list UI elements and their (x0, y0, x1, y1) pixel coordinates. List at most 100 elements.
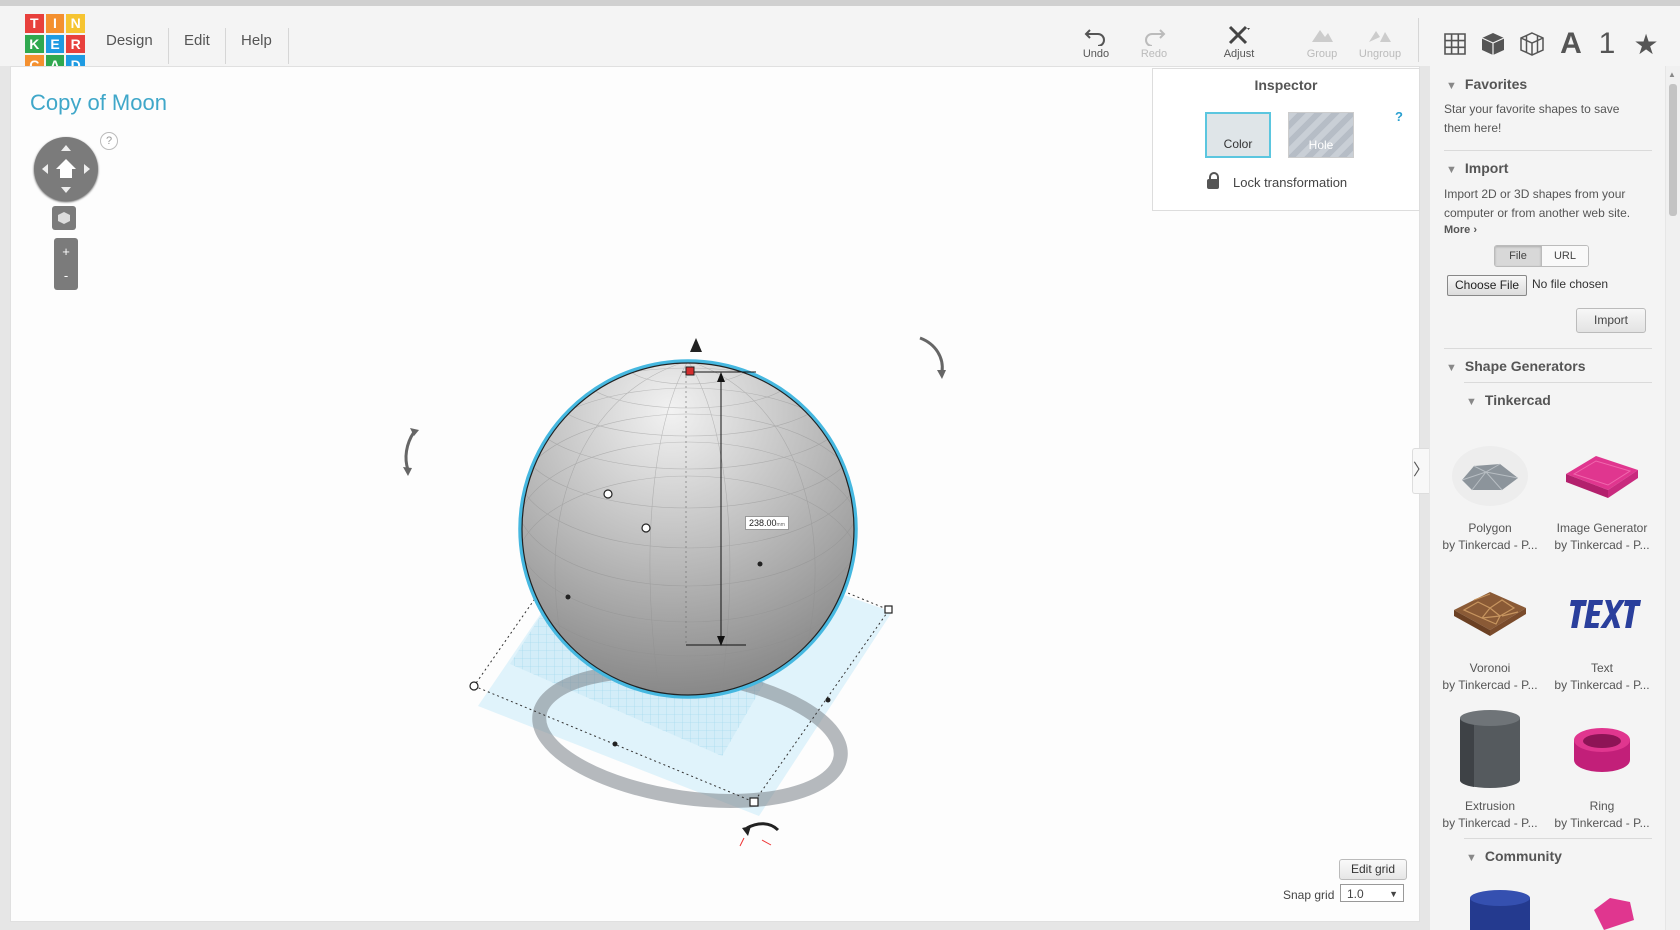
shape-item-extrusion[interactable]: Extrusion by Tinkercad - P... (1436, 710, 1544, 830)
import-button[interactable]: Import (1576, 308, 1646, 333)
ungroup-label: Ungroup (1358, 48, 1402, 60)
star-icon[interactable]: ★ (1630, 28, 1662, 60)
import-file-tab[interactable]: File (1495, 246, 1541, 266)
toolbar-divider (1418, 18, 1419, 62)
collapse-triangle-icon: ▼ (1466, 396, 1477, 408)
ungroup-icon (1369, 31, 1391, 42)
shape-item-image-generator[interactable]: Image Generator by Tinkercad - P... (1548, 432, 1656, 552)
collapse-triangle-icon: ▼ (1446, 362, 1457, 374)
top-toolbar: T I N K E R C A D Design Edit Help Undo … (0, 6, 1680, 74)
menu-divider (288, 28, 289, 64)
inspector-panel: Inspector Color Hole ? Lock transformati… (1152, 68, 1420, 211)
shape-name: Image Generator (1556, 521, 1648, 535)
adjust-label: Adjust (1223, 48, 1255, 60)
rotate-arrow-left-icon[interactable] (404, 431, 416, 471)
shape-author: by Tinkercad - P... (1554, 678, 1650, 692)
shape-item-voronoi[interactable]: Voronoi by Tinkercad - P... (1436, 572, 1544, 692)
no-file-chosen-text: No file chosen (1532, 277, 1609, 291)
dimension-value: 238.00 (749, 518, 777, 528)
inspector-title: Inspector (1254, 77, 1318, 93)
community-subtitle: Community (1484, 848, 1562, 864)
section-divider (1464, 382, 1652, 383)
menu-design[interactable]: Design (106, 32, 153, 49)
color-swatch[interactable]: Color (1205, 112, 1271, 158)
image-generator-thumbnail (1566, 456, 1638, 498)
text-shape-thumbnail (1570, 600, 1642, 628)
snap-grid-label: Snap grid (1283, 888, 1335, 902)
rotate-arrow-right-head-icon (937, 370, 946, 379)
redo-label: Redo (1140, 48, 1168, 60)
undo-button[interactable]: Undo (1068, 24, 1124, 60)
collapse-sidebar-button[interactable]: 〉 (1412, 448, 1429, 494)
menu-edit[interactable]: Edit (184, 32, 210, 49)
tinkercad-subheader[interactable]: ▼ Tinkercad (1466, 392, 1551, 408)
import-more-link[interactable]: More › (1444, 224, 1477, 236)
redo-button[interactable]: Redo (1126, 24, 1182, 60)
favorites-text: Star your favorite shapes to save them h… (1444, 102, 1620, 135)
section-divider (1444, 348, 1652, 349)
choose-file-button[interactable]: Choose File (1447, 275, 1528, 296)
logo-letter: N (66, 14, 85, 33)
shape-author: by Tinkercad - P... (1442, 538, 1538, 552)
collapse-triangle-icon: ▼ (1466, 852, 1477, 864)
shape-item-text[interactable]: Text by Tinkercad - P... (1548, 572, 1656, 692)
shape-name: Extrusion (1464, 799, 1516, 813)
group-button[interactable]: Group (1294, 24, 1350, 60)
lock-transformation-toggle[interactable]: Lock transformation (1207, 172, 1348, 190)
hole-swatch[interactable]: Hole (1288, 112, 1354, 158)
rotate-arrow-right-icon[interactable] (919, 336, 944, 373)
group-label: Group (1306, 48, 1338, 60)
import-url-tab[interactable]: URL (1541, 246, 1588, 266)
adjust-button[interactable]: Adjust (1211, 24, 1267, 60)
shape-item-polygon[interactable]: Polygon by Tinkercad - P... (1436, 432, 1544, 552)
wireframe-view-icon[interactable] (1516, 28, 1548, 60)
lock-label: Lock transformation (1233, 175, 1348, 190)
shape-name: Ring (1589, 799, 1615, 813)
rotate-arrow-left-head-icon (403, 467, 412, 476)
shapes-sidebar: ▼ Favorites Star your favorite shapes to … (1430, 66, 1665, 930)
edit-grid-button[interactable]: Edit grid (1339, 859, 1407, 880)
shape-author: by Tinkercad - P... (1554, 538, 1650, 552)
community-subheader[interactable]: ▼ Community (1466, 848, 1562, 864)
lift-handle-icon[interactable] (690, 338, 702, 352)
ungroup-button[interactable]: Ungroup (1352, 24, 1408, 60)
sidebar-scroll-thumb[interactable] (1669, 84, 1677, 216)
logo-letter: I (45, 14, 65, 33)
dimension-label[interactable]: 238.00mm (745, 516, 789, 530)
polygon-thumbnail (1452, 446, 1528, 506)
grid-view-icon[interactable] (1439, 28, 1471, 60)
community-shapes-preview (1470, 890, 1634, 930)
solid-view-icon[interactable] (1477, 28, 1509, 60)
shape-generators-title: Shape Generators (1464, 358, 1586, 374)
snap-grid-select[interactable]: 1.0 (1340, 884, 1404, 903)
collapse-triangle-icon: ▼ (1446, 164, 1457, 176)
tinkercad-subtitle: Tinkercad (1484, 392, 1551, 408)
hole-label: Hole (1308, 138, 1334, 152)
menu-divider (225, 28, 226, 64)
logo-letter: K (25, 34, 44, 54)
import-header[interactable]: ▼ Import (1446, 160, 1508, 176)
inspector-help-icon[interactable]: ? (1395, 109, 1403, 124)
shape-generators-header[interactable]: ▼ Shape Generators (1446, 358, 1586, 374)
shape-item-ring[interactable]: Ring by Tinkercad - P... (1548, 710, 1656, 830)
shape-name: Voronoi (1469, 661, 1511, 675)
rotate-arrow-bottom-icon[interactable] (746, 822, 780, 832)
voronoi-thumbnail (1454, 592, 1526, 636)
shape-author: by Tinkercad - P... (1554, 816, 1650, 830)
menu-help[interactable]: Help (241, 32, 272, 49)
undo-label: Undo (1082, 48, 1110, 60)
scroll-up-arrow-icon[interactable]: ▲ (1668, 70, 1676, 79)
color-label: Color (1223, 137, 1253, 151)
ring-thumbnail (1574, 728, 1630, 772)
logo-letter: E (45, 34, 65, 54)
tinkercad-logo[interactable]: T I N K E R C A D (25, 14, 85, 74)
import-title: Import (1464, 160, 1509, 176)
redo-icon (1145, 29, 1166, 46)
adjust-icon (1228, 25, 1250, 45)
favorites-title: Favorites (1464, 76, 1528, 92)
number-tool-icon[interactable]: 1 (1591, 27, 1623, 60)
axis-indicator (739, 837, 772, 847)
lock-icon (1207, 172, 1219, 189)
text-tool-icon[interactable]: A (1555, 27, 1587, 60)
favorites-header[interactable]: ▼ Favorites (1446, 76, 1527, 92)
